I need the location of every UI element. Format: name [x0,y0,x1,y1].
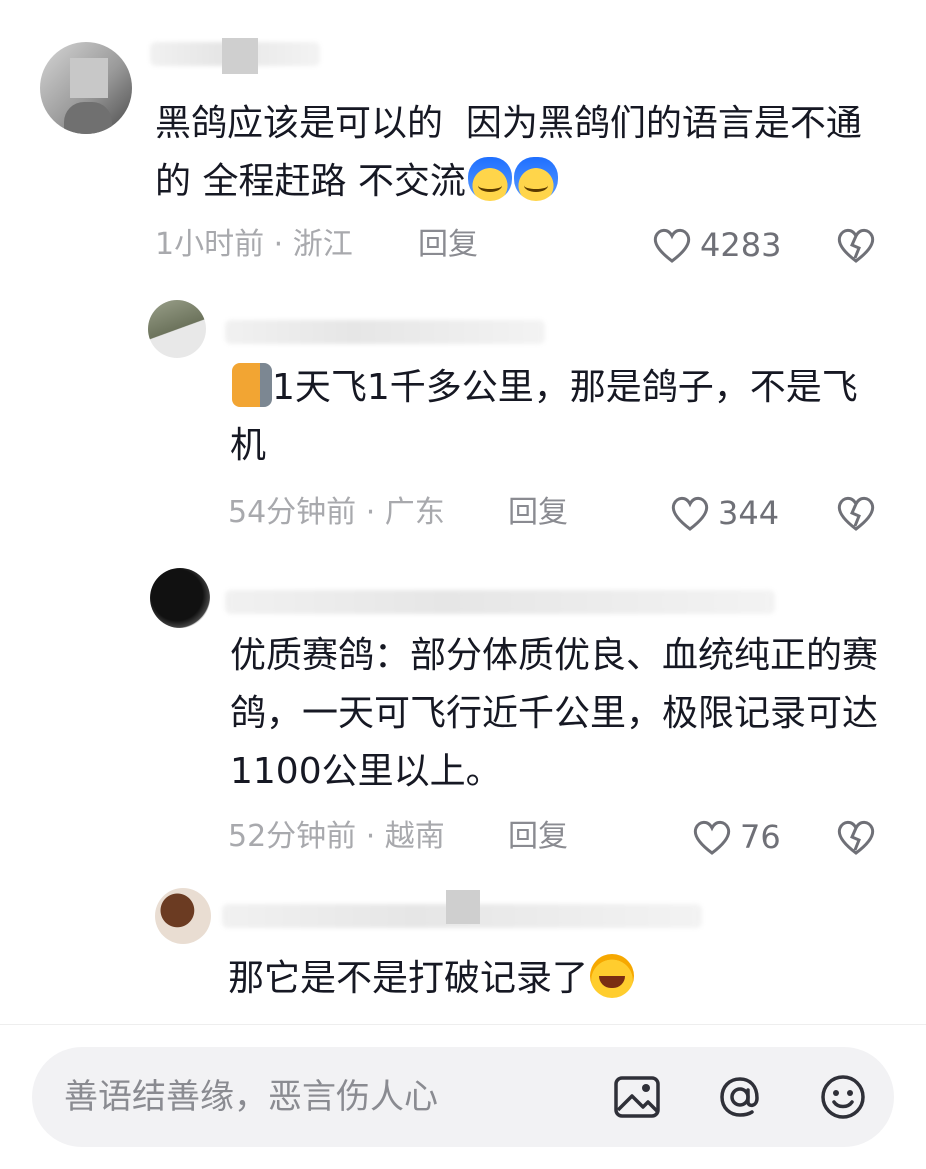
comment-meta: 54分钟前 · 广东 回复 [228,493,628,533]
username-redacted-block [222,38,258,74]
input-placeholder: 善语结善缘，恶言伤人心 [64,1077,438,1117]
like-count: 76 [740,818,781,856]
avatar[interactable] [150,568,210,628]
like-button[interactable]: 4283 [652,225,781,265]
username-redacted[interactable] [225,320,545,344]
reply-button[interactable]: 回复 [508,493,568,533]
heart-icon [653,228,691,263]
comment-text: 黑鸽应该是可以的 因为黑鸽们的语言是不通的 全程赶路 不交流 [155,103,862,202]
avatar[interactable] [155,888,211,944]
heart-icon [693,820,731,855]
comment-input[interactable]: 善语结善缘，恶言伤人心 [32,1047,894,1147]
heart-icon [671,496,709,531]
reply-button[interactable]: 回复 [418,225,478,265]
like-button[interactable]: 344 [670,493,779,533]
username-redacted[interactable] [225,590,775,614]
emoji-icon[interactable] [818,1072,868,1122]
time-location: 1小时前 · 浙江 [155,227,353,262]
time-location: 52分钟前 · 越南 [228,819,445,854]
comment-item: 黑鸽应该是可以的 因为黑鸽们的语言是不通的 全程赶路 不交流 1小时前 · 浙江… [0,0,926,290]
like-count: 344 [718,494,780,532]
reply-item: 1天飞1千多公里，那是鸽子，不是飞机 54分钟前 · 广东 回复 344 [0,290,926,560]
reply-item: 那它是不是打破记录了 [0,880,926,1024]
comment-meta: 1小时前 · 浙江 回复 [155,225,555,265]
comment-text: 那它是不是打破记录了 [228,950,888,1008]
username-redacted-block [446,890,480,924]
time-location: 54分钟前 · 广东 [228,495,445,530]
dislike-icon[interactable] [836,226,876,264]
like-button[interactable]: 76 [692,817,781,857]
composer-divider [0,1024,926,1025]
mention-icon[interactable] [715,1072,765,1122]
blue-face-emoji [513,157,558,201]
comment-text: 1天飞1千多公里，那是鸽子，不是飞机 [230,359,890,475]
dislike-icon[interactable] [836,494,876,532]
dislike-icon[interactable] [836,818,876,856]
avatar[interactable] [40,42,132,134]
blue-face-emoji [467,157,512,201]
like-count: 4283 [700,226,782,264]
image-icon[interactable] [612,1072,662,1122]
reply-button[interactable]: 回复 [508,817,568,857]
reply-item: 优质赛鸽：部分体质优良、血统纯正的赛鸽，一天可飞行近千公里，极限记录可达1100… [0,560,926,880]
laugh-cry-emoji [590,954,635,998]
bear-emoji [232,363,272,407]
avatar[interactable] [148,300,206,358]
comment-text: 优质赛鸽：部分体质优良、血统纯正的赛鸽，一天可飞行近千公里，极限记录可达1100… [230,635,879,792]
comment-meta: 52分钟前 · 越南 回复 [228,817,628,857]
